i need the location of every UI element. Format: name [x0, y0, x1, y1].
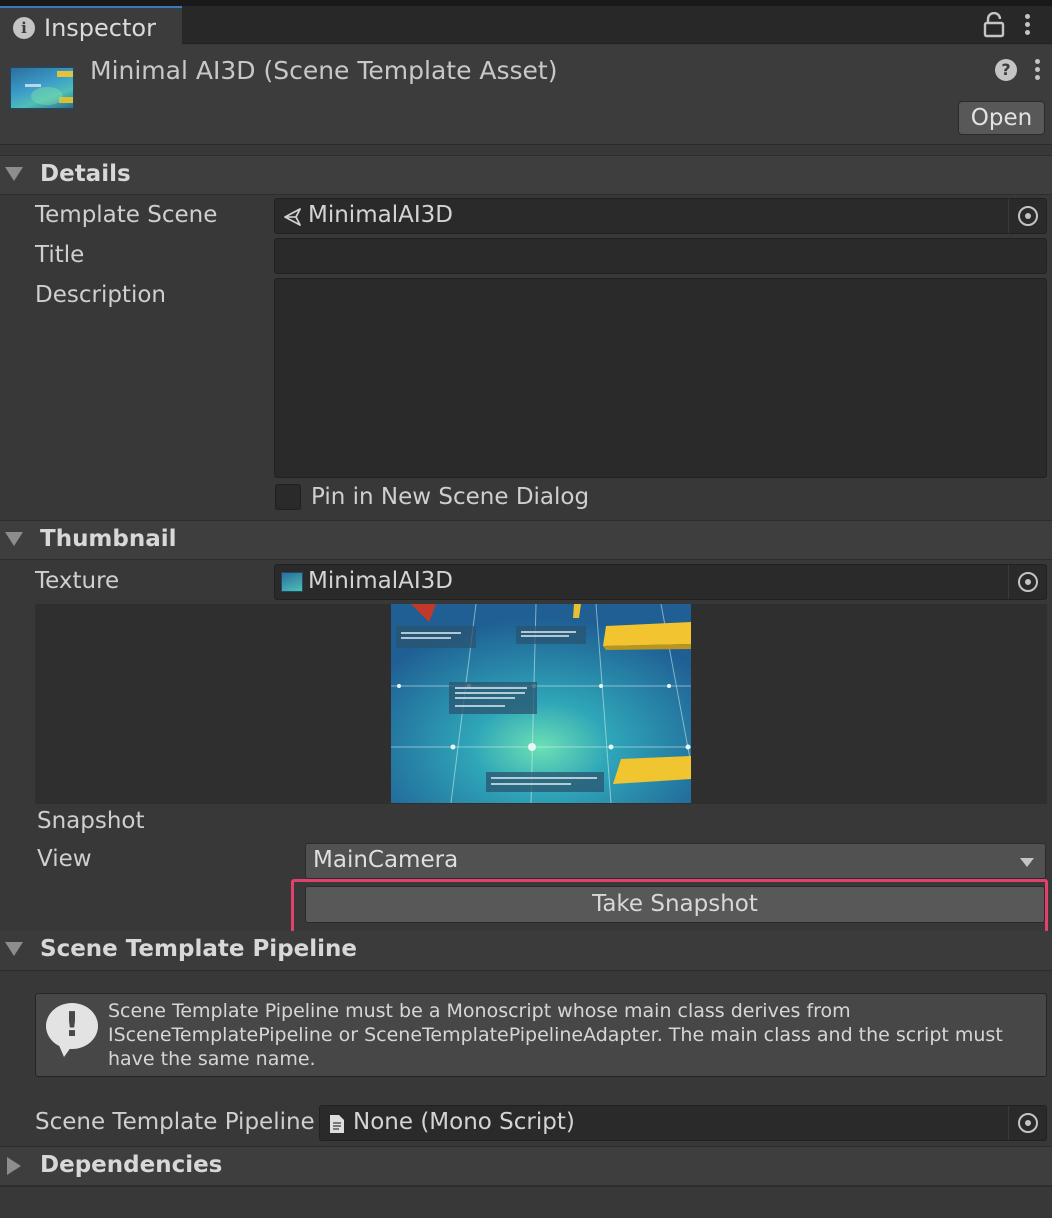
pipeline-warning-text: Scene Template Pipeline must be a Monosc…: [108, 1000, 1003, 1070]
tab-inspector-label: Inspector: [44, 14, 156, 42]
object-picker-icon[interactable]: [1008, 199, 1046, 233]
foldout-arrow-icon: [5, 942, 23, 956]
title-label: Title: [35, 242, 85, 268]
description-textarea[interactable]: [274, 278, 1047, 478]
view-label: View: [37, 846, 92, 872]
pipeline-warning-box: ! Scene Template Pipeline must be a Mono…: [35, 993, 1047, 1077]
chevron-down-icon: [1020, 858, 1034, 867]
texture-icon: [281, 572, 303, 592]
template-scene-label: Template Scene: [35, 202, 218, 228]
tab-inspector[interactable]: i Inspector: [0, 6, 182, 45]
texture-field[interactable]: MinimalAI3D: [274, 564, 1047, 600]
section-details-label: Details: [40, 161, 131, 187]
pin-label: Pin in New Scene Dialog: [311, 484, 590, 510]
pipeline-field[interactable]: None (Mono Script): [319, 1105, 1047, 1141]
asset-thumbnail-icon: [10, 67, 74, 109]
foldout-arrow-icon: [5, 532, 23, 546]
texture-value: MinimalAI3D: [308, 568, 453, 594]
info-icon: i: [13, 17, 35, 39]
asset-title: Minimal AI3D (Scene Template Asset): [90, 56, 558, 85]
help-icon[interactable]: ?: [995, 59, 1017, 81]
section-thumbnail-header[interactable]: Thumbnail: [0, 520, 1052, 560]
section-details-header[interactable]: Details: [0, 155, 1052, 195]
pin-checkbox[interactable]: [275, 484, 301, 510]
section-thumbnail-label: Thumbnail: [40, 526, 177, 552]
description-label: Description: [35, 282, 166, 308]
foldout-arrow-icon: [7, 1157, 21, 1175]
template-scene-field[interactable]: MinimalAI3D: [274, 198, 1047, 234]
snapshot-label: Snapshot: [37, 808, 145, 834]
foldout-arrow-icon: [5, 167, 23, 181]
asset-menu-icon[interactable]: [1035, 57, 1041, 83]
divider: [0, 1186, 1052, 1187]
warning-icon: !: [46, 1003, 98, 1057]
thumbnail-preview-image: [391, 604, 691, 803]
title-input[interactable]: [274, 238, 1047, 274]
template-scene-value: MinimalAI3D: [308, 202, 453, 228]
texture-label: Texture: [35, 568, 120, 594]
section-dependencies-label: Dependencies: [40, 1152, 223, 1178]
open-button[interactable]: Open: [958, 101, 1045, 135]
kebab-menu-icon[interactable]: [1025, 12, 1031, 38]
section-dependencies-header[interactable]: Dependencies: [0, 1146, 1052, 1186]
section-pipeline-label: Scene Template Pipeline: [40, 936, 357, 962]
section-pipeline-header[interactable]: Scene Template Pipeline: [0, 931, 1052, 971]
pipeline-field-value: None (Mono Script): [353, 1109, 575, 1135]
view-dropdown[interactable]: MainCamera: [305, 843, 1046, 879]
unity-scene-icon: [284, 208, 301, 226]
view-dropdown-value: MainCamera: [313, 847, 459, 873]
object-picker-icon[interactable]: [1008, 1106, 1046, 1140]
lock-icon[interactable]: [983, 12, 1005, 38]
script-file-icon: [330, 1115, 344, 1133]
object-picker-icon[interactable]: [1008, 565, 1046, 599]
pipeline-field-label: Scene Template Pipeline: [35, 1109, 315, 1135]
